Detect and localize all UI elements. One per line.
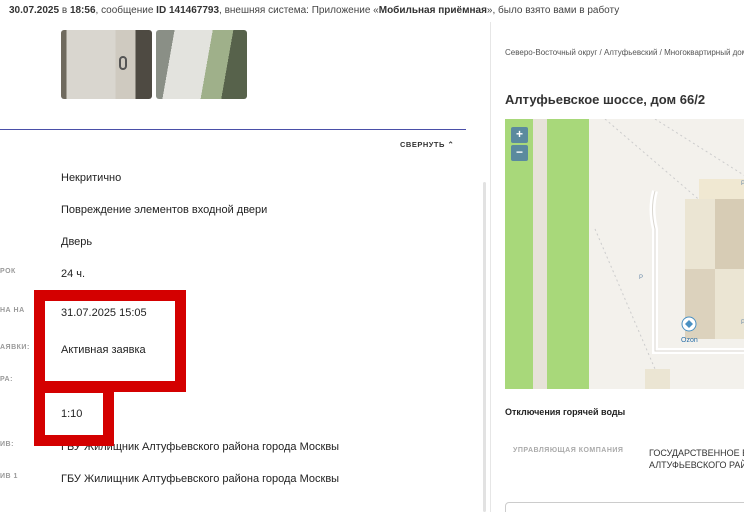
management-company-value: ГОСУДАРСТВЕННОЕ Б АЛТУФЬЕВСКОГО РАЙ: [649, 447, 744, 471]
management-company-label: УПРАВЛЯЮЩАЯ КОМПАНИЯ: [513, 447, 624, 454]
photo-thumbnail-1[interactable]: [61, 30, 152, 99]
photo-thumbnail-2[interactable]: [156, 30, 247, 99]
scrollbar[interactable]: [483, 182, 486, 512]
section-divider: [0, 129, 466, 130]
notification-text-2: , внешняя система: Приложение «: [219, 5, 379, 16]
notification-text-1: , сообщение: [95, 5, 154, 16]
collapse-label: СВЕРНУТЬ: [400, 140, 445, 149]
building-shade-2: [715, 199, 744, 269]
time-value: 1:10: [61, 408, 83, 420]
chevron-up-icon: ⌃: [447, 140, 455, 149]
organization-2-label: ИВ 1: [0, 473, 18, 480]
hot-water-heading: Отключения горячей воды: [505, 407, 626, 417]
building-bottom: [645, 369, 670, 389]
executor-value: -: [61, 376, 65, 388]
due-date-label: НА НА: [0, 307, 25, 314]
zoom-out-button[interactable]: −: [511, 145, 528, 161]
road-left: [533, 119, 547, 389]
notification-bar: 30.07.2025 в 18:56, сообщение ID 1414677…: [0, 0, 744, 22]
zoom-in-button[interactable]: +: [511, 127, 528, 143]
deadline-value: 24 ч.: [61, 268, 86, 280]
door-handle-shape: [119, 56, 127, 70]
green-strip-right: [547, 119, 589, 389]
parking-label-1: P: [639, 275, 643, 281]
notification-time: 18:56: [69, 5, 96, 16]
bottom-input-box[interactable]: [505, 502, 744, 512]
address-title: Алтуфьевское шоссе, дом 66/2: [505, 92, 706, 107]
status-label: АЯВКИ:: [0, 344, 30, 351]
map-canvas: Ozon P P P: [505, 119, 744, 389]
ozon-label: Ozon: [681, 337, 698, 344]
organization-2-value: ГБУ Жилищник Алтуфьевского района города…: [61, 473, 340, 485]
highlight-box-large: [34, 290, 186, 392]
due-date-value: 31.07.2025 15:05: [61, 307, 147, 319]
notification-in: в: [61, 5, 68, 16]
management-company-line-1: ГОСУДАРСТВЕННОЕ Б: [649, 448, 744, 458]
problem-value: Повреждение элементов входной двери: [61, 204, 268, 216]
criticality-value: Некритично: [61, 172, 122, 184]
collapse-button[interactable]: СВЕРНУТЬ ⌃: [400, 140, 454, 149]
management-company-line-2: АЛТУФЬЕВСКОГО РАЙ: [649, 460, 744, 470]
deadline-label: РОК: [0, 268, 16, 275]
breadcrumb: Северо-Восточный округ / Алтуфьевский / …: [505, 48, 744, 57]
executor-label: РА:: [0, 376, 13, 383]
notification-text-3: », было взято вами в работу: [486, 5, 620, 16]
notification-system: Мобильная приёмная: [378, 5, 487, 16]
notification-id: ID 141467793: [156, 5, 220, 16]
map[interactable]: Ozon P P P + −: [505, 119, 744, 389]
status-value: Активная заявка: [61, 344, 146, 356]
organization-value: ГБУ Жилищник Алтуфьевского района города…: [61, 441, 340, 453]
notification-date: 30.07.2025: [9, 5, 60, 16]
request-details-panel: СВЕРНУТЬ ⌃ Некритично Повреждение элемен…: [0, 22, 488, 512]
address-panel: Северо-Восточный округ / Алтуфьевский / …: [490, 22, 744, 512]
organization-label: ИВ:: [0, 441, 14, 448]
object-value: Дверь: [61, 236, 93, 248]
